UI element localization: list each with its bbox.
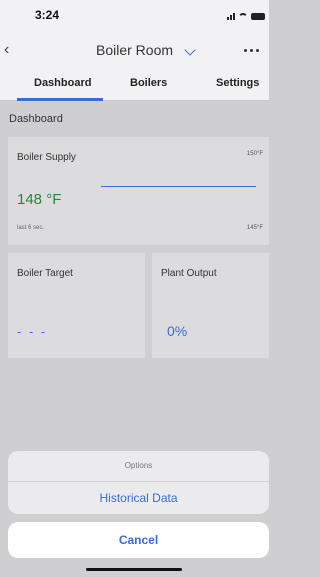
- target-value: - - -: [17, 324, 48, 339]
- cancel-button[interactable]: Cancel: [8, 522, 269, 558]
- status-time: 3:24: [35, 8, 60, 22]
- supply-max-label: 150°F: [246, 151, 263, 157]
- more-icon[interactable]: [244, 49, 259, 52]
- plant-output-card[interactable]: Plant Output 0%: [152, 253, 269, 358]
- supply-min-label: 145°F: [246, 225, 263, 231]
- nav-title[interactable]: Boiler Room: [96, 42, 173, 58]
- chevron-left-icon[interactable]: ‹: [4, 41, 16, 59]
- home-indicator: [86, 568, 182, 571]
- wifi-icon: [238, 12, 248, 20]
- historical-data-button[interactable]: Historical Data: [8, 482, 269, 514]
- card-label: Boiler Target: [17, 268, 73, 279]
- tab-bar: Dashboard Boilers Settings: [0, 68, 269, 101]
- last-updated-text: last 6 sec.: [17, 225, 45, 231]
- card-label: Plant Output: [161, 268, 217, 279]
- options-action-sheet: Options Historical Data: [8, 451, 269, 514]
- tab-settings[interactable]: Settings: [216, 77, 259, 89]
- card-label: Boiler Supply: [17, 152, 76, 163]
- action-sheet-title: Options: [8, 451, 269, 482]
- status-icons: [227, 11, 265, 21]
- status-bar: 3:24: [0, 0, 269, 32]
- tab-dashboard[interactable]: Dashboard: [34, 77, 91, 89]
- chevron-down-icon[interactable]: [184, 44, 196, 56]
- supply-trend-line: [101, 186, 256, 187]
- boiler-target-card[interactable]: Boiler Target - - -: [8, 253, 145, 358]
- battery-icon: [251, 12, 265, 20]
- boiler-supply-card[interactable]: Boiler Supply 150°F 148 °F last 6 sec. 1…: [8, 137, 269, 245]
- tab-boilers[interactable]: Boilers: [130, 77, 167, 89]
- nav-bar: ‹ Boiler Room: [0, 32, 269, 68]
- supply-value: 148 °F: [17, 191, 62, 208]
- output-value: 0%: [167, 323, 188, 339]
- signal-icon: [227, 12, 235, 20]
- section-title: Dashboard: [9, 113, 63, 125]
